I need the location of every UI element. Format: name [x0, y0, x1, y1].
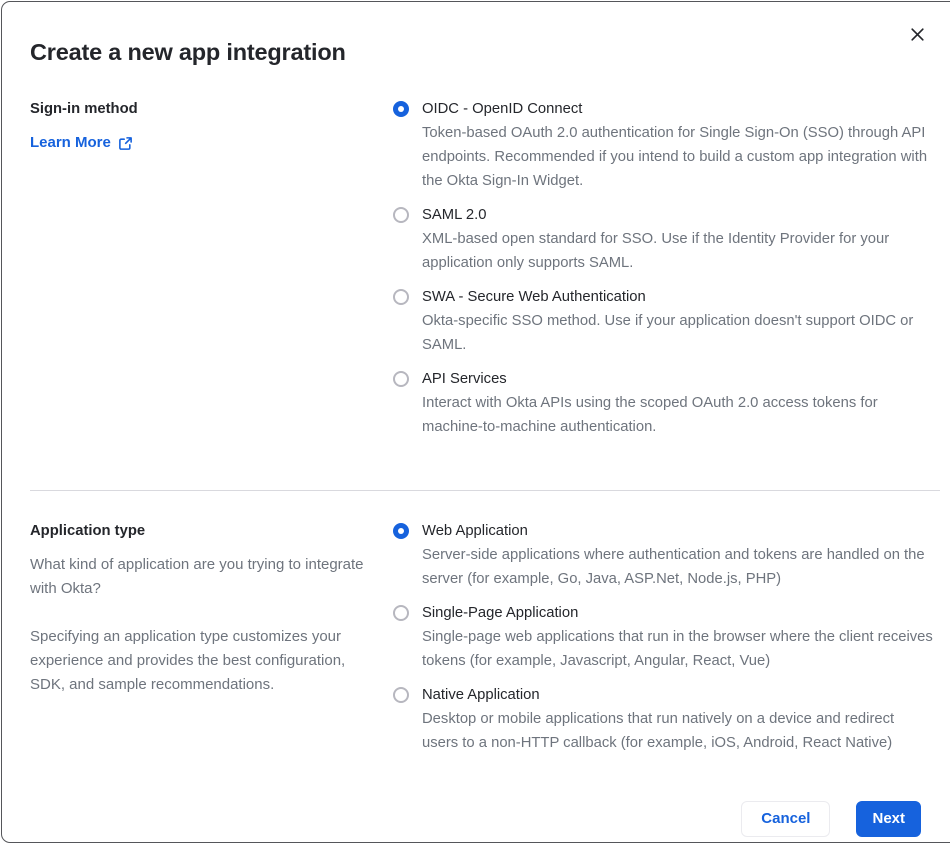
- radio-option-single-page-application[interactable]: Single-Page Application Single-page web …: [393, 601, 944, 673]
- radio-unselected-icon[interactable]: [393, 605, 409, 621]
- option-description: XML-based open standard for SSO. Use if …: [422, 231, 890, 271]
- option-label: API Services: [422, 371, 507, 387]
- option-label: Single-Page Application: [422, 605, 579, 621]
- application-type-section: Application type What kind of applicatio…: [2, 519, 950, 765]
- next-button[interactable]: Next: [856, 801, 921, 837]
- cancel-button[interactable]: Cancel: [741, 801, 831, 837]
- option-label: SWA - Secure Web Authentication: [422, 289, 646, 305]
- option-description: Okta-specific SSO method. Use if your ap…: [422, 313, 914, 353]
- radio-unselected-icon[interactable]: [393, 371, 409, 387]
- radio-unselected-icon[interactable]: [393, 289, 409, 305]
- create-app-integration-dialog: Create a new app integration Sign-in met…: [1, 1, 950, 843]
- option-label: OIDC - OpenID Connect: [422, 101, 583, 117]
- radio-option-swa[interactable]: SWA - Secure Web Authentication Okta-spe…: [393, 285, 944, 357]
- radio-selected-icon[interactable]: [393, 101, 409, 117]
- radio-option-api-services[interactable]: API Services Interact with Okta APIs usi…: [393, 367, 944, 439]
- signin-method-section: Sign-in method Learn More OIDC - OpenID …: [2, 97, 950, 449]
- application-type-label: Application type: [30, 523, 146, 539]
- option-description: Token-based OAuth 2.0 authentication for…: [422, 125, 928, 189]
- dialog-title: Create a new app integration: [30, 39, 346, 65]
- close-button[interactable]: [907, 24, 927, 44]
- radio-option-oidc[interactable]: OIDC - OpenID Connect Token-based OAuth …: [393, 97, 944, 193]
- application-type-intro-1: What kind of application are you trying …: [30, 556, 364, 597]
- option-label: SAML 2.0: [422, 207, 487, 223]
- learn-more-link[interactable]: Learn More: [30, 131, 133, 155]
- external-link-icon: [118, 136, 132, 150]
- option-description: Server-side applications where authentic…: [422, 547, 925, 587]
- signin-method-label: Sign-in method: [30, 101, 138, 117]
- option-description: Single-page web applications that run in…: [422, 629, 933, 669]
- close-icon: [910, 27, 924, 41]
- option-description: Desktop or mobile applications that run …: [422, 711, 895, 751]
- option-description: Interact with Okta APIs using the scoped…: [422, 395, 878, 435]
- option-label: Web Application: [422, 523, 528, 539]
- radio-unselected-icon[interactable]: [393, 687, 409, 703]
- radio-option-saml[interactable]: SAML 2.0 XML-based open standard for SSO…: [393, 203, 944, 275]
- radio-option-native-application[interactable]: Native Application Desktop or mobile app…: [393, 683, 944, 755]
- option-label: Native Application: [422, 687, 540, 703]
- radio-unselected-icon[interactable]: [393, 207, 409, 223]
- learn-more-label: Learn More: [30, 134, 111, 151]
- radio-option-web-application[interactable]: Web Application Server-side applications…: [393, 519, 944, 591]
- radio-selected-icon[interactable]: [393, 523, 409, 539]
- dialog-footer: Cancel Next: [2, 765, 950, 837]
- section-divider: [30, 490, 940, 491]
- application-type-intro-2: Specifying an application type customize…: [30, 628, 346, 693]
